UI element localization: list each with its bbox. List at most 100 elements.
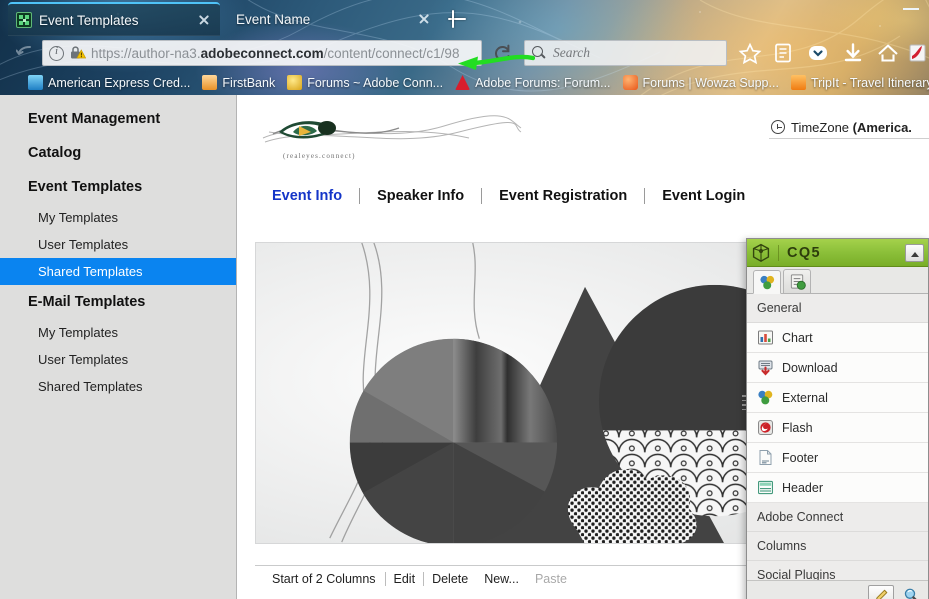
components-tab-icon — [759, 275, 774, 289]
cq5-component-label: External — [782, 390, 828, 405]
adobe-reader-icon[interactable] — [909, 42, 929, 64]
cq5-component-label: Chart — [782, 330, 813, 345]
timezone-label: TimeZone (America. — [791, 120, 912, 135]
search-icon — [532, 46, 546, 60]
sidebar-item-event-user-templates[interactable]: User Templates — [0, 231, 236, 258]
cq5-footer-toolbar — [747, 580, 928, 599]
tab-speaker-info[interactable]: Speaker Info — [360, 188, 481, 204]
cq5-cube-icon — [752, 243, 770, 262]
cq5-sidekick-panel: CQ5 General Chart Download External Flas… — [746, 238, 929, 599]
bookmark-favicon — [287, 75, 303, 90]
home-icon[interactable] — [876, 42, 900, 64]
page-properties-tab-icon — [790, 274, 806, 290]
cq5-title: CQ5 — [778, 244, 821, 261]
window-minimize-button[interactable] — [899, 6, 923, 22]
cq5-titlebar[interactable]: CQ5 — [747, 239, 928, 267]
edit-mode-button[interactable] — [868, 584, 894, 599]
bookmark-favicon — [202, 75, 218, 90]
bookmark-favicon — [790, 75, 806, 90]
left-navigation-sidebar: Event Management Catalog Event Templates… — [0, 95, 237, 599]
cq5-section-columns[interactable]: Columns — [747, 532, 928, 561]
bookmark-item[interactable]: Adobe Forums: Forum... — [449, 75, 616, 90]
pocket-save-icon[interactable] — [806, 42, 830, 64]
reload-icon[interactable] — [492, 42, 514, 64]
sidebar-item-event-my-templates[interactable]: My Templates — [0, 204, 236, 231]
bookmark-item[interactable]: TripIt - Travel Itinerary ... — [785, 75, 929, 90]
adobe-bookmark-favicon — [455, 75, 471, 90]
search-placeholder: Search — [553, 45, 590, 60]
cq5-component-footer[interactable]: Footer — [747, 443, 928, 473]
bookmark-item[interactable]: Forums | Wowza Supp... — [617, 75, 785, 90]
close-icon[interactable] — [196, 12, 212, 28]
info-icon[interactable] — [49, 45, 64, 61]
bookmark-star-icon[interactable] — [738, 42, 762, 64]
bookmark-label: American Express Cred... — [48, 75, 191, 90]
sidebar-item-email-shared-templates[interactable]: Shared Templates — [0, 373, 236, 400]
tab-event-login[interactable]: Event Login — [645, 188, 762, 204]
bookmark-item[interactable]: FirstBank — [196, 75, 281, 90]
reading-list-icon[interactable] — [771, 42, 795, 64]
nav-group-email-templates[interactable]: E-Mail Templates — [0, 285, 236, 319]
search-input[interactable]: Search — [524, 40, 727, 66]
chart-icon — [758, 330, 773, 345]
tab-event-info[interactable]: Event Info — [255, 188, 359, 204]
flash-icon — [758, 420, 773, 435]
cq5-component-flash[interactable]: Flash — [747, 413, 928, 443]
back-icon[interactable] — [16, 43, 38, 63]
sidebar-item-email-user-templates[interactable]: User Templates — [0, 346, 236, 373]
header-icon — [758, 480, 773, 495]
toolbar-context-label: Start of 2 Columns — [272, 571, 376, 586]
pencil-edit-icon — [875, 589, 887, 599]
event-page-tabs: Event Info Speaker Info Event Registrati… — [255, 182, 762, 210]
bookmark-label: Forums ~ Adobe Conn... — [307, 75, 444, 90]
grid-favicon — [16, 12, 32, 28]
timezone-indicator: TimeZone (America. — [769, 117, 929, 139]
nav-group-event-management[interactable]: Event Management — [0, 102, 236, 136]
edit-button[interactable]: Edit — [386, 572, 424, 586]
new-button[interactable]: New... — [476, 572, 527, 586]
bookmark-item[interactable]: Forums ~ Adobe Conn... — [281, 75, 449, 90]
browser-tab-label: Event Name — [236, 11, 311, 27]
cq5-component-label: Footer — [782, 450, 819, 465]
nav-group-catalog[interactable]: Catalog — [0, 136, 236, 170]
tab-event-registration[interactable]: Event Registration — [482, 188, 644, 204]
logo-caption: (realeyes.connect) — [283, 152, 356, 160]
cq5-section-social-plugins[interactable]: Social Plugins — [747, 561, 928, 580]
chevron-up-icon[interactable] — [905, 243, 924, 262]
browser-tab-strip: Event Templates Event Name — [0, 0, 929, 36]
nav-group-event-templates[interactable]: Event Templates — [0, 170, 236, 204]
cq5-component-label: Header — [782, 480, 823, 495]
cq5-tab-strip — [747, 267, 928, 294]
bookmark-label: Adobe Forums: Forum... — [475, 75, 611, 90]
magnifier-preview-icon — [904, 588, 917, 599]
external-icon — [758, 390, 773, 405]
cq5-component-header[interactable]: Header — [747, 473, 928, 503]
cq5-component-label: Flash — [782, 420, 813, 435]
delete-button[interactable]: Delete — [424, 572, 476, 586]
browser-nav-row: https://author-na3.adobeconnect.com/cont… — [0, 36, 929, 70]
bookmark-item[interactable]: American Express Cred... — [22, 75, 196, 90]
browser-tab-event-templates[interactable]: Event Templates — [8, 2, 220, 36]
sidebar-item-event-shared-templates[interactable]: Shared Templates — [0, 258, 236, 285]
preview-mode-button[interactable] — [898, 585, 924, 599]
cq5-component-chart[interactable]: Chart — [747, 323, 928, 353]
cq5-component-download[interactable]: Download — [747, 353, 928, 383]
cq5-tab-page-properties[interactable] — [783, 269, 811, 293]
cq5-component-external[interactable]: External — [747, 383, 928, 413]
cq5-tab-components[interactable] — [753, 270, 781, 294]
lock-warning-icon[interactable] — [69, 45, 87, 61]
bookmark-favicon — [28, 75, 43, 90]
download-arrow-icon[interactable] — [841, 42, 865, 64]
browser-tab-event-name[interactable]: Event Name — [228, 2, 440, 36]
realeyes-connect-logo[interactable]: (realeyes.connect) — [259, 112, 524, 160]
new-tab-plus-icon[interactable] — [444, 6, 470, 32]
cq5-component-label: Download — [782, 360, 838, 375]
sidebar-item-email-my-templates[interactable]: My Templates — [0, 319, 236, 346]
cq5-section-adobe-connect[interactable]: Adobe Connect — [747, 503, 928, 532]
close-icon[interactable] — [416, 11, 432, 27]
download-icon — [758, 360, 773, 376]
bookmark-label: FirstBank — [222, 75, 276, 90]
cq5-component-list: General Chart Download External Flash Fo… — [747, 294, 928, 580]
cq5-section-general[interactable]: General — [747, 294, 928, 323]
url-bar[interactable]: https://author-na3.adobeconnect.com/cont… — [42, 40, 482, 66]
